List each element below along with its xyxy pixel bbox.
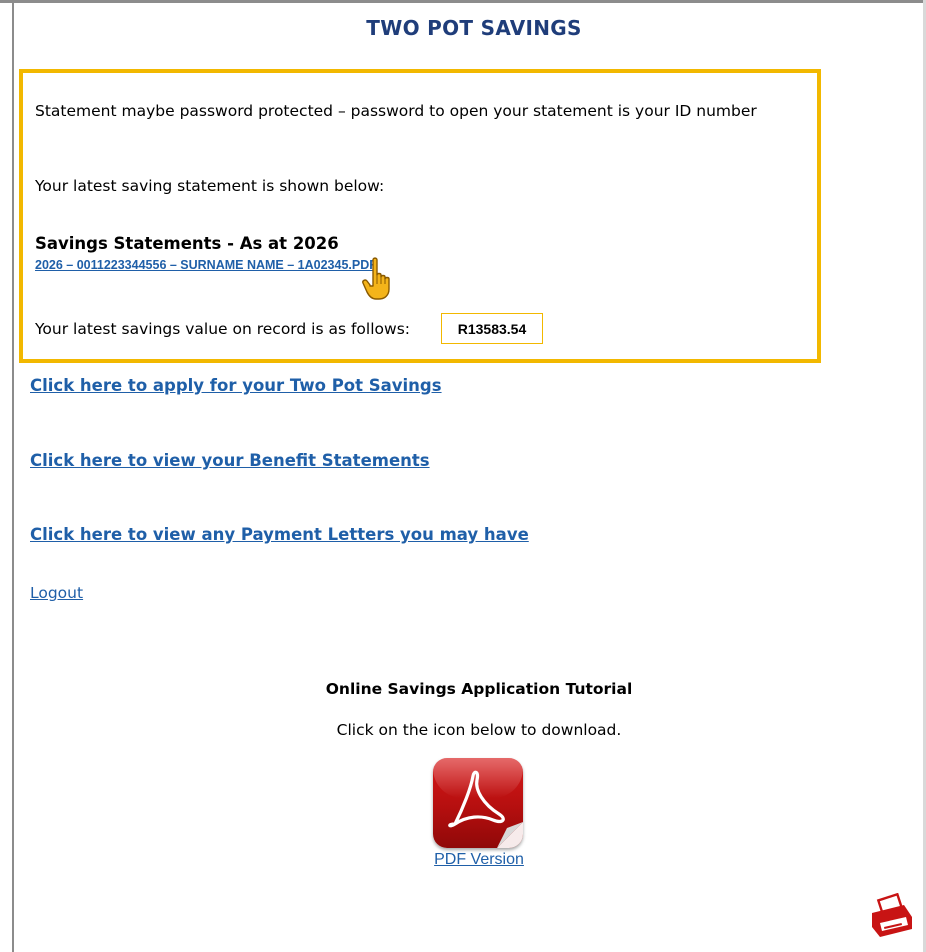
payment-letters-link[interactable]: Click here to view any Payment Letters y…	[30, 525, 529, 544]
password-notice-text: Statement maybe password protected – pas…	[35, 102, 757, 120]
latest-statement-text: Your latest saving statement is shown be…	[35, 177, 385, 195]
savings-value: R13583.54	[441, 313, 543, 344]
pdf-version-link[interactable]: PDF Version	[14, 851, 926, 869]
printer-icon[interactable]	[868, 893, 916, 939]
pdf-document-icon[interactable]	[433, 758, 523, 848]
apply-two-pot-link[interactable]: Click here to apply for your Two Pot Sav…	[30, 376, 442, 395]
tutorial-subtitle: Click on the icon below to download.	[336, 721, 622, 739]
statement-notice-box: Statement maybe password protected – pas…	[19, 69, 821, 363]
benefit-statements-link[interactable]: Click here to view your Benefit Statemen…	[30, 451, 430, 470]
window-top-border	[0, 0, 926, 3]
window-left-border	[12, 0, 14, 952]
tutorial-title: Online Savings Application Tutorial	[325, 680, 633, 698]
statements-heading: Savings Statements - As at 2026	[35, 234, 339, 253]
savings-value-label: Your latest savings value on record is a…	[35, 320, 410, 338]
statement-pdf-link[interactable]: 2026 – 0011223344556 – SURNAME NAME – 1A…	[35, 258, 377, 272]
page-title: TWO POT SAVINGS	[366, 16, 582, 40]
logout-link[interactable]: Logout	[30, 584, 83, 602]
hand-pointer-icon	[362, 257, 390, 300]
acrobat-symbol-icon	[448, 770, 523, 848]
